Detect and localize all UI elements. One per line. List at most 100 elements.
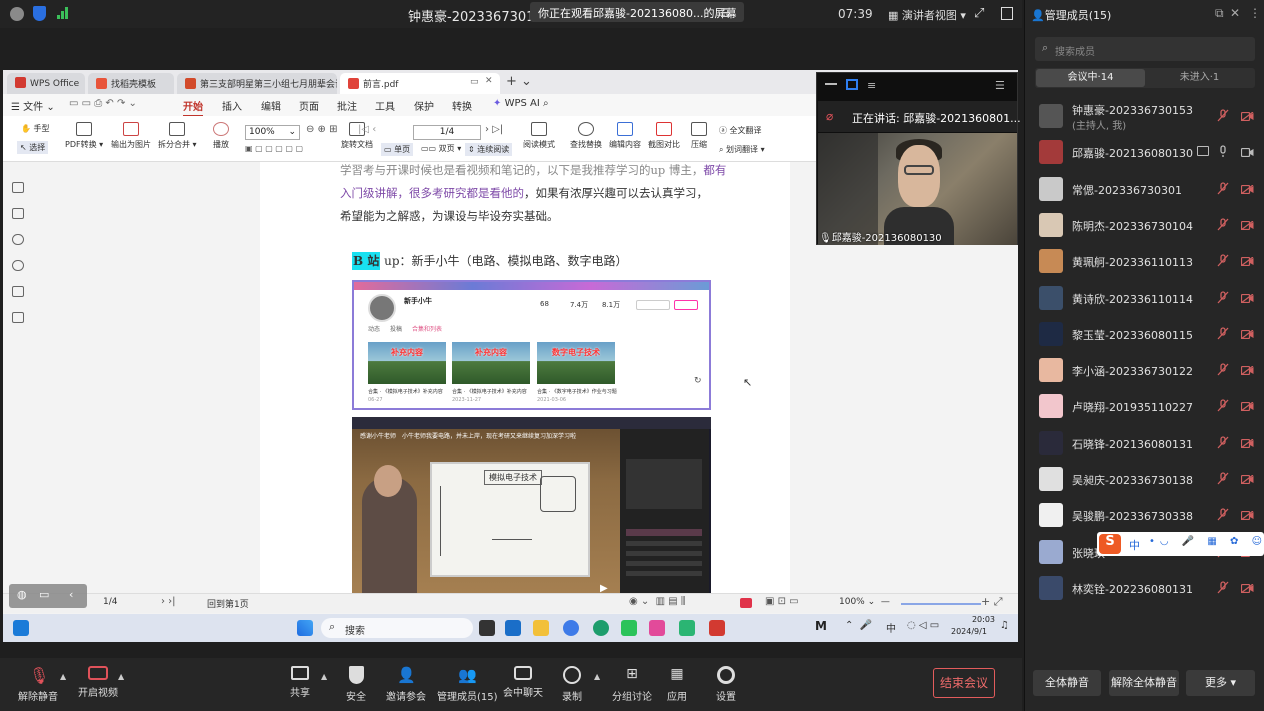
share-options-icon[interactable]: ▲ (321, 672, 327, 681)
menu-tab-protect[interactable]: 保护 (414, 98, 434, 113)
search-icon[interactable]: ⌕ (543, 98, 549, 109)
page-input[interactable]: 1/4 (413, 125, 481, 140)
member-row[interactable]: 卢晓翔-201935110227 (1025, 388, 1264, 424)
camera-off-icon[interactable] (1240, 111, 1254, 122)
camera-off-icon[interactable] (1240, 583, 1254, 594)
menu-tab-edit[interactable]: 编辑 (261, 98, 281, 113)
tab-not-joined[interactable]: 未进入·1 (1145, 69, 1254, 87)
tab-template[interactable]: 找稻壳模板 (88, 73, 174, 94)
end-meeting-button[interactable]: 结束会议 (933, 668, 995, 698)
ime-lang[interactable]: 中 (1129, 537, 1140, 553)
info-icon[interactable] (10, 7, 24, 21)
more-button[interactable]: 更多 ▾ (1186, 670, 1255, 696)
status-zoom[interactable]: 100% ⌄ — (839, 597, 890, 607)
double-page-button[interactable]: ▭▭ 双页 ▾ (421, 143, 461, 154)
record-play-icon[interactable] (740, 598, 752, 608)
tab-ppt[interactable]: 第三支部明星第三小组七月朋辈会议... (177, 73, 337, 94)
more-vert-icon[interactable]: ⋮ (1249, 6, 1261, 20)
collapse-icon[interactable]: ‹ (69, 588, 73, 601)
muted-mic-icon[interactable] (1217, 581, 1229, 594)
zoom-select[interactable]: 100% ⌄ (245, 125, 300, 140)
menu-tab-tools[interactable]: 工具 (375, 98, 395, 113)
hand-tool[interactable]: ✋ 手型 (21, 123, 50, 134)
menu-tab-page[interactable]: 页面 (299, 98, 319, 113)
menu-tab-convert[interactable]: 转换 (452, 98, 472, 113)
file-menu[interactable]: ☰ 文件 ⌄ (11, 98, 55, 113)
member-row[interactable]: 常偲-202336730301 (1025, 171, 1264, 207)
member-row[interactable]: 林奕铨-202236080131 (1025, 570, 1264, 606)
bookmark-icon[interactable] (12, 182, 24, 193)
status-layout-icons[interactable]: ▣ ⊡ ▭ (765, 596, 799, 607)
layout-icon[interactable] (1001, 7, 1013, 20)
wps-ai-button[interactable]: ✦ WPS AI (493, 98, 540, 109)
camera-off-icon[interactable] (1240, 510, 1254, 521)
unmute-button[interactable]: 🎙 解除静音 (18, 666, 58, 703)
tab-wps-office[interactable]: WPS Office (7, 73, 85, 94)
status-nav-icons[interactable]: › ›| (161, 596, 176, 607)
member-search-input[interactable]: ⌕ 搜索成员 (1035, 37, 1255, 61)
popout-icon[interactable]: ⧉ (1215, 6, 1224, 21)
mic-options-icon[interactable]: ▲ (60, 672, 66, 681)
video-options-icon[interactable]: ▲ (118, 672, 124, 681)
member-row[interactable]: 石晓锋-202136080131 (1025, 425, 1264, 461)
member-row[interactable]: 邱嘉骏-202136080130 (1025, 134, 1264, 170)
menu-tab-insert[interactable]: 插入 (222, 98, 242, 113)
menu-icon[interactable]: ☰ (720, 6, 731, 20)
zoom-icons[interactable]: ⊖ ⊕ ⊞ (306, 124, 338, 135)
signal-icon[interactable] (57, 7, 69, 19)
layers-icon[interactable] (12, 312, 24, 323)
annotate-icon[interactable]: ◍ (17, 588, 27, 601)
muted-mic-icon[interactable] (1217, 109, 1229, 122)
zoom-slider[interactable] (901, 603, 981, 605)
export-image-button[interactable]: 输出为图片 (111, 122, 151, 150)
view-icons[interactable]: ▣ ▢ ▢ ▢ ▢ ▢ (245, 144, 303, 153)
split-merge-button[interactable]: 拆分合并 ▾ (158, 122, 197, 150)
apps-button[interactable]: ▦ 应用 (667, 666, 687, 703)
record-options-icon[interactable]: ▲ (594, 672, 600, 681)
status-page[interactable]: 1/4 (103, 597, 117, 607)
quick-access-icons[interactable]: ▭ ▭ ⎙ ↶ ↷ ⌄ (69, 98, 137, 109)
invite-button[interactable]: 👤 邀请参会 (386, 666, 426, 703)
pdf-convert-button[interactable]: PDF转换 ▾ (65, 122, 103, 150)
muted-mic-icon[interactable] (1217, 290, 1229, 304)
screenshot-compare-button[interactable]: 截图对比 (648, 122, 680, 150)
member-row[interactable]: 钟惠豪-202336730153 (主持人, 我) (1025, 98, 1264, 134)
play-button[interactable]: 播放 (213, 122, 229, 150)
page-nav-next-icons[interactable]: › ▷| (485, 124, 503, 135)
member-row[interactable]: 李小涵-202336730122 (1025, 352, 1264, 388)
continuous-read-button[interactable]: ⇕ 连续阅读 (465, 143, 513, 156)
tile-layout-icon[interactable] (846, 79, 858, 90)
member-row[interactable]: 吴骏鹏-202336730338 (1025, 497, 1264, 533)
camera-off-icon[interactable] (1240, 401, 1254, 412)
mic-icon[interactable] (1217, 145, 1229, 158)
camera-off-icon[interactable] (1240, 293, 1254, 303)
full-translate-button[interactable]: ⓐ 全文翻译 (719, 125, 762, 136)
breakout-button[interactable]: ⊞ 分组讨论 (612, 666, 652, 703)
tab-in-meeting[interactable]: 会议中·14 (1036, 69, 1145, 87)
chat-overlay-icon[interactable]: ▭ (39, 588, 49, 601)
camera-off-icon[interactable] (1240, 365, 1254, 376)
menu-tab-start[interactable]: 开始 (183, 98, 203, 117)
muted-mic-icon[interactable] (1217, 363, 1229, 376)
record-button[interactable]: 录制 (562, 666, 582, 703)
shield-icon[interactable] (33, 6, 46, 21)
zoom-in-icon[interactable]: + ⤢ (981, 595, 1003, 609)
unmute-all-button[interactable]: 解除全体静音 (1109, 670, 1179, 696)
edit-content-button[interactable]: 编辑内容 (609, 122, 641, 150)
signature-icon[interactable] (12, 286, 24, 297)
camera-off-icon[interactable] (1240, 220, 1254, 231)
camera-off-icon[interactable] (1240, 474, 1254, 485)
muted-mic-icon[interactable] (1217, 436, 1229, 449)
thumbnail-icon[interactable] (12, 208, 24, 219)
ime-tool-icons[interactable]: •◡ 🎤 ▦ ✿ ☺ ▦ (1149, 536, 1264, 547)
view-mode-button[interactable]: ▦ 演讲者视图 ▾ (888, 7, 966, 23)
camera-off-icon[interactable] (1240, 184, 1254, 195)
muted-mic-icon[interactable] (1217, 508, 1229, 521)
screen-overlay-controls[interactable]: ◍ ▭ ‹ (9, 584, 87, 608)
monitor-icon[interactable]: ▭ (470, 77, 479, 87)
find-replace-button[interactable]: 查找替换 (570, 122, 602, 150)
chat-button[interactable]: 会中聊天 (503, 666, 543, 699)
member-row[interactable]: 黄珮舸-202336110113 (1025, 243, 1264, 279)
word-translate-button[interactable]: ⌕ 划词翻译 ▾ (719, 144, 765, 155)
single-page-button[interactable]: ▭ 单页 (381, 143, 414, 156)
